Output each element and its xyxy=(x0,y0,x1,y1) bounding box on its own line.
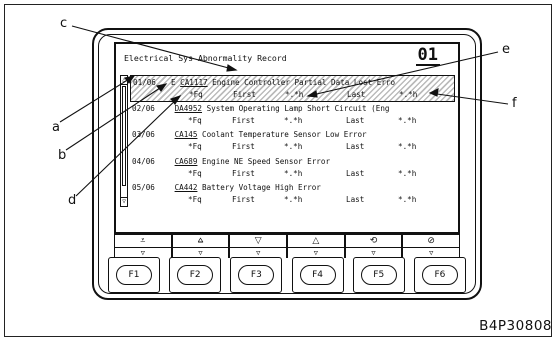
f6-label: F6 xyxy=(421,265,458,285)
scroll-down-arrow-icon[interactable]: ▽ xyxy=(121,197,127,206)
f3-button[interactable]: F3 xyxy=(230,257,283,293)
page-up-icon: ⩠ xyxy=(171,234,230,248)
last-time: *.*h xyxy=(398,195,417,204)
error-code: CA145 xyxy=(174,130,198,139)
scroll-up-arrow-icon[interactable]: △ xyxy=(121,76,127,85)
f6-button[interactable]: F6 xyxy=(413,257,466,293)
first-time: *.*h xyxy=(284,142,303,151)
row-date: 01/06 xyxy=(133,78,156,87)
f4-button[interactable]: F4 xyxy=(291,257,344,293)
list-item[interactable]: 01/06 E CA1117 Engine Controller Partial … xyxy=(130,75,455,102)
return-icon: ⟲ xyxy=(344,234,403,248)
callout-label-c: c xyxy=(60,16,68,31)
occurrence-count: *Fq xyxy=(188,115,202,125)
list-item[interactable]: 04/06 CA689 Engine NE Speed Sensor Error… xyxy=(130,155,455,182)
last-label: Last xyxy=(346,142,365,151)
first-label: First xyxy=(232,168,255,178)
first-time: *.*h xyxy=(284,115,303,125)
last-label: Last xyxy=(346,168,365,178)
function-key-row: F1 F2 F3 F4 F5 F6 xyxy=(108,257,466,295)
occurrence-count: *Fq xyxy=(189,90,203,99)
first-time: *.*h xyxy=(284,168,303,178)
page-number: 01 xyxy=(415,45,440,66)
list-item[interactable]: 03/06 CA145 Coolant Temperature Sensor L… xyxy=(130,128,455,155)
first-time: *.*h xyxy=(284,195,303,204)
row-flag: E xyxy=(171,78,176,87)
occurrence-count: *Fq xyxy=(188,142,202,151)
cursor-up-icon: △ xyxy=(287,234,345,248)
first-label: First xyxy=(232,195,255,204)
first-label: First xyxy=(232,115,255,125)
row-date: 02/06 xyxy=(132,103,155,113)
figure-id: B4P30808 xyxy=(479,318,552,334)
last-label: Last xyxy=(346,115,365,125)
occurrence-count: *Fq xyxy=(188,195,202,204)
abnormality-record-list: 01/06 E CA1117 Engine Controller Partial … xyxy=(130,75,455,208)
error-code: DA4952 xyxy=(174,103,203,113)
f5-button[interactable]: F5 xyxy=(352,257,405,293)
callout-label-e: e xyxy=(502,42,510,57)
screen-title: Electrical Sys Abnormality Record xyxy=(124,53,287,63)
f1-button[interactable]: F1 xyxy=(108,257,160,293)
monitor-screen: Electrical Sys Abnormality Record 01 △ ▽… xyxy=(114,42,460,234)
f1-label: F1 xyxy=(116,265,152,285)
error-message: Engine Controller Partial Data Lost Erro xyxy=(212,78,396,87)
error-code: CA689 xyxy=(174,156,198,166)
softkey-guide-bar: ⩡ ⩠ ▽ △ ⟲ ⊘ xyxy=(114,234,461,248)
last-label: Last xyxy=(346,195,365,204)
last-time: *.*h xyxy=(398,115,417,125)
error-message: Battery Voltage High Error xyxy=(202,183,321,192)
f5-label: F5 xyxy=(360,265,397,285)
last-label: Last xyxy=(347,90,366,99)
occurrence-count: *Fq xyxy=(188,168,202,178)
first-time: *.*h xyxy=(285,90,304,99)
last-time: *.*h xyxy=(399,90,418,99)
row-date: 04/06 xyxy=(132,156,155,166)
first-label: First xyxy=(233,90,256,99)
list-item[interactable]: 02/06 DA4952 System Operating Lamp Short… xyxy=(130,102,455,129)
last-time: *.*h xyxy=(398,142,417,151)
scrollbar[interactable]: △ ▽ xyxy=(120,75,128,207)
error-message: Engine NE Speed Sensor Error xyxy=(202,156,331,166)
row-date: 03/06 xyxy=(132,130,155,139)
row-date: 05/06 xyxy=(132,183,155,192)
scroll-thumb[interactable] xyxy=(122,86,126,186)
callout-label-d: d xyxy=(68,193,77,208)
page-down-icon: ⩡ xyxy=(114,234,172,248)
error-message: System Operating Lamp Short Circuit (Eng xyxy=(206,103,390,113)
callout-label-f: f xyxy=(512,96,517,111)
last-time: *.*h xyxy=(398,168,417,178)
error-message: Coolant Temperature Sensor Low Error xyxy=(202,130,367,139)
error-code: CA442 xyxy=(174,183,198,192)
f2-label: F2 xyxy=(177,265,214,285)
callout-label-b: b xyxy=(58,148,67,163)
clear-icon: ⊘ xyxy=(402,234,461,248)
callout-label-a: a xyxy=(52,120,60,135)
list-item[interactable]: 05/06 CA442 Battery Voltage High Error *… xyxy=(130,181,455,208)
first-label: First xyxy=(232,142,255,151)
cursor-down-icon: ▽ xyxy=(229,234,288,248)
f2-button[interactable]: F2 xyxy=(169,257,222,293)
f3-label: F3 xyxy=(238,265,275,285)
f4-label: F4 xyxy=(299,265,336,285)
error-code: CA1117 xyxy=(180,78,208,87)
